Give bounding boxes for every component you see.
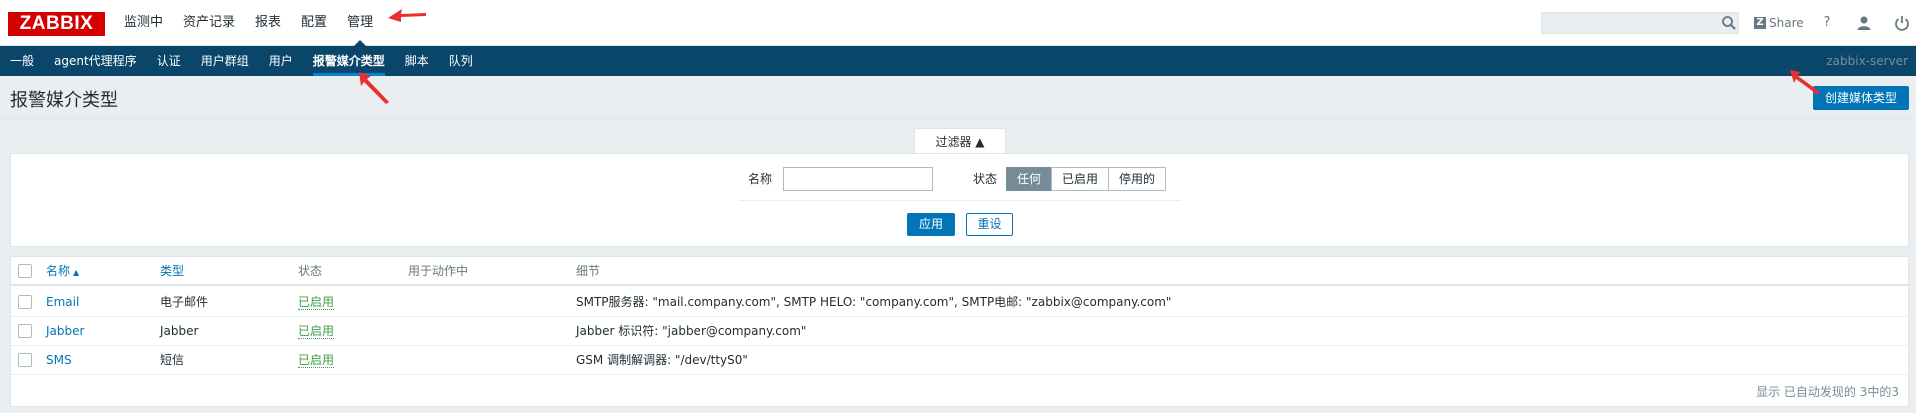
filter-status-label: 状态 [973,172,998,186]
status-toggle-link[interactable]: 已启用 [298,353,335,368]
sign-out-icon[interactable] [1893,14,1911,32]
table-row: Email 电子邮件 已启用 SMTP服务器: "mail.company.co… [11,288,1908,317]
submenu-users[interactable]: 用户 [259,46,303,76]
server-name: zabbix-server [1826,54,1908,68]
status-option-disabled[interactable]: 停用的 [1108,167,1167,191]
sort-asc-icon: ▲ [73,268,80,277]
row-checkbox[interactable] [18,324,32,338]
column-header-name-label: 名称 [46,264,71,278]
menu-reports[interactable]: 报表 [245,0,291,46]
status-toggle-link[interactable]: 已启用 [298,295,335,310]
select-all-checkbox[interactable] [18,264,32,278]
help-icon[interactable]: ? [1818,14,1836,32]
media-type-type: 电子邮件 [160,295,209,309]
submenu-proxies[interactable]: agent代理程序 [44,46,147,76]
table-row: SMS 短信 已启用 GSM 调制解调器: "/dev/ttyS0" [11,346,1908,375]
media-type-status-cell: 已启用 [298,346,335,375]
column-header-type[interactable]: 类型 [160,257,184,286]
annotation-arrow-icon [1790,70,1820,95]
media-type-details: SMTP服务器: "mail.company.com", SMTP HELO: … [576,295,1172,309]
top-bar: ZABBIX 监测中 资产记录 报表 配置 管理 Z Share ? [0,0,1916,46]
media-type-type: Jabber [160,324,199,338]
media-type-details: Jabber 标识符: "jabber@company.com" [576,324,807,338]
submenu-authentication[interactable]: 认证 [147,46,191,76]
column-header-used-in-actions: 用于动作中 [408,264,469,278]
submenu-general[interactable]: 一般 [0,46,44,76]
menu-inventory[interactable]: 资产记录 [173,0,245,46]
share-label: Share [1769,16,1804,30]
filter-status-radio-group: 任何 已启用 停用的 [1006,167,1167,191]
filter-name-input[interactable] [783,167,933,191]
table-header-row: 名称 ▲ 类型 状态 用于动作中 细节 [11,257,1908,286]
filter-divider [739,200,1181,201]
media-type-name-link[interactable]: Email [46,288,79,317]
column-header-status: 状态 [298,264,323,278]
search-icon[interactable] [1720,14,1738,32]
apply-button[interactable]: 应用 [907,213,955,236]
reset-button[interactable]: 重设 [966,213,1013,236]
zabbix-logo[interactable]: ZABBIX [8,12,105,36]
status-option-enabled[interactable]: 已启用 [1051,167,1110,191]
menu-administration[interactable]: 管理 [337,0,383,46]
media-type-name-link[interactable]: Jabber [46,317,84,346]
media-type-details: GSM 调制解调器: "/dev/ttyS0" [576,353,748,367]
annotation-arrow-icon [388,9,426,22]
media-type-name-link[interactable]: SMS [46,346,72,375]
submenu-user-groups[interactable]: 用户群组 [191,46,259,76]
submenu-queue[interactable]: 队列 [439,46,483,76]
user-profile-icon[interactable] [1855,14,1873,32]
sub-menu-bar: 一般 agent代理程序 认证 用户群组 用户 报警媒介类型 脚本 队列 zab… [0,46,1916,76]
status-option-any[interactable]: 任何 [1006,167,1053,191]
share-link[interactable]: Z Share [1754,14,1804,32]
create-media-type-button[interactable]: 创建媒体类型 [1813,86,1909,110]
menu-configuration[interactable]: 配置 [291,0,337,46]
row-checkbox[interactable] [18,295,32,309]
search-input[interactable] [1541,12,1739,34]
menu-monitoring[interactable]: 监测中 [114,0,173,46]
header-divider [0,118,1916,119]
media-type-status-cell: 已启用 [298,288,335,317]
row-checkbox[interactable] [18,353,32,367]
submenu-scripts[interactable]: 脚本 [395,46,439,76]
table-footer-summary: 显示 已自动发现的 3中的3 [1756,385,1899,399]
table-row: Jabber Jabber 已启用 Jabber 标识符: "jabber@co… [11,317,1908,346]
annotation-arrow-icon [359,72,389,104]
column-header-name[interactable]: 名称 ▲ [46,257,79,286]
media-type-status-cell: 已启用 [298,317,335,346]
media-types-table: 名称 ▲ 类型 状态 用于动作中 细节 Email 电子邮件 已启用 SMTP服务… [10,256,1909,407]
filter-name-label: 名称 [748,172,773,186]
sub-menu: 一般 agent代理程序 认证 用户群组 用户 报警媒介类型 脚本 队列 [0,46,483,76]
main-menu: 监测中 资产记录 报表 配置 管理 [114,0,383,46]
zabbix-share-icon: Z [1754,17,1766,29]
column-header-details: 细节 [576,264,601,278]
page-title: 报警媒介类型 [10,90,118,111]
media-type-type: 短信 [160,353,185,367]
filter-tab[interactable]: 过滤器 ▲ [914,128,1006,154]
status-toggle-link[interactable]: 已启用 [298,324,335,339]
